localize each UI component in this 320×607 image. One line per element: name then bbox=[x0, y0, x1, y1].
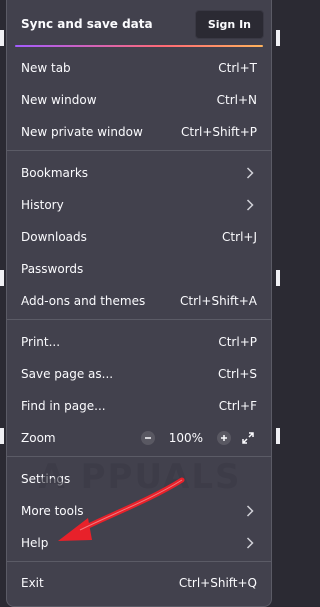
menu-item-save-page[interactable]: Save page as... Ctrl+S bbox=[7, 358, 271, 390]
menu-item-downloads[interactable]: Downloads Ctrl+J bbox=[7, 221, 271, 253]
menu-item-bookmarks[interactable]: Bookmarks bbox=[7, 157, 271, 189]
plus-icon bbox=[217, 431, 231, 445]
menu-item-history[interactable]: History bbox=[7, 189, 271, 221]
menu-label: New private window bbox=[21, 125, 143, 139]
menu-label: More tools bbox=[21, 504, 84, 518]
menu-label: Exit bbox=[21, 576, 44, 590]
minus-icon bbox=[140, 431, 155, 445]
sign-in-button[interactable]: Sign In bbox=[194, 9, 264, 39]
menu-label: Bookmarks bbox=[21, 166, 89, 180]
menu-item-passwords[interactable]: Passwords bbox=[7, 253, 271, 285]
menu-shortcut: Ctrl+Shift+Q bbox=[178, 576, 257, 590]
menu-item-zoom: Zoom 100% bbox=[7, 422, 271, 454]
menu-label: Print... bbox=[21, 335, 61, 349]
expand-icon[interactable] bbox=[239, 429, 257, 447]
menu-shortcut: Ctrl+S bbox=[217, 367, 257, 381]
menu-separator bbox=[7, 561, 271, 562]
chevron-right-icon bbox=[243, 166, 257, 180]
menu-item-print[interactable]: Print... Ctrl+P bbox=[7, 326, 271, 358]
menu-item-new-private-window[interactable]: New private window Ctrl+Shift+P bbox=[7, 116, 271, 148]
zoom-out-button[interactable] bbox=[139, 429, 157, 447]
menu-label: New tab bbox=[21, 61, 71, 75]
sync-header: Sync and save data Sign In bbox=[7, 8, 271, 40]
menu-item-new-window[interactable]: New window Ctrl+N bbox=[7, 84, 271, 116]
menu-item-new-tab[interactable]: New tab Ctrl+T bbox=[7, 52, 271, 84]
menu-shortcut: Ctrl+Shift+P bbox=[181, 125, 257, 139]
menu-item-exit[interactable]: Exit Ctrl+Shift+Q bbox=[7, 567, 271, 599]
menu-label: New window bbox=[21, 93, 97, 107]
menu-separator bbox=[7, 150, 271, 151]
menu-item-help[interactable]: Help bbox=[7, 527, 271, 559]
menu-label: Find in page... bbox=[21, 399, 106, 413]
menu-separator bbox=[7, 319, 271, 320]
appuals-watermark: A PPUALS bbox=[38, 457, 242, 497]
zoom-in-button[interactable] bbox=[215, 429, 233, 447]
chevron-right-icon bbox=[243, 198, 257, 212]
menu-label: Downloads bbox=[21, 230, 87, 244]
menu-label: Add-ons and themes bbox=[21, 294, 146, 308]
menu-shortcut: Ctrl+F bbox=[218, 399, 257, 413]
menu-shortcut: Ctrl+Shift+A bbox=[180, 294, 257, 308]
menu-label: Passwords bbox=[21, 262, 84, 276]
menu-label: Save page as... bbox=[21, 367, 114, 381]
chevron-right-icon bbox=[243, 536, 257, 550]
menu-shortcut: Ctrl+T bbox=[218, 61, 257, 75]
zoom-controls: 100% bbox=[139, 429, 257, 447]
menu-label: History bbox=[21, 198, 64, 212]
chevron-right-icon bbox=[243, 504, 257, 518]
menu-label: Help bbox=[21, 536, 49, 550]
menu-item-find-in-page[interactable]: Find in page... Ctrl+F bbox=[7, 390, 271, 422]
menu-shortcut: Ctrl+J bbox=[222, 230, 257, 244]
menu-item-addons-themes[interactable]: Add-ons and themes Ctrl+Shift+A bbox=[7, 285, 271, 317]
zoom-label: Zoom bbox=[21, 431, 56, 445]
app-menu-panel: Sync and save data Sign In New tab Ctrl+… bbox=[6, 0, 272, 607]
zoom-level[interactable]: 100% bbox=[163, 431, 209, 445]
sync-title: Sync and save data bbox=[21, 17, 153, 31]
accent-divider bbox=[15, 45, 263, 47]
menu-shortcut: Ctrl+N bbox=[216, 93, 257, 107]
menu-shortcut: Ctrl+P bbox=[218, 335, 257, 349]
